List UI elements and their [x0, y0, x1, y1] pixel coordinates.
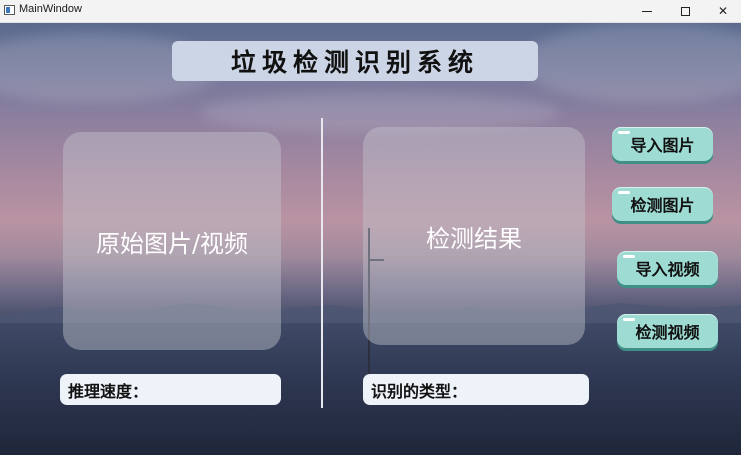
header-banner: 垃圾检测识别系统 — [172, 41, 538, 81]
button-gloss — [623, 255, 635, 258]
minimize-button[interactable] — [628, 0, 666, 22]
button-gloss — [618, 191, 630, 194]
button-gloss — [618, 131, 630, 134]
vertical-divider — [321, 118, 323, 408]
maximize-button[interactable] — [666, 0, 704, 22]
inference-speed-label: 推理速度： — [68, 381, 149, 401]
window-title: MainWindow — [19, 3, 82, 15]
original-media-label: 原始图片/视频 — [95, 229, 249, 258]
detection-result-label: 检测结果 — [426, 224, 522, 253]
close-icon: ✕ — [717, 4, 729, 18]
button-gloss — [623, 318, 635, 321]
original-media-panel: 原始图片/视频 — [63, 132, 281, 350]
page-title: 垃圾检测识别系统 — [230, 48, 479, 77]
import-video-button[interactable]: 导入视频 — [617, 251, 718, 285]
import-image-label: 导入图片 — [630, 136, 695, 155]
minimize-icon — [642, 10, 652, 12]
import-image-button[interactable]: 导入图片 — [612, 127, 713, 161]
app-icon — [4, 5, 15, 15]
detect-video-button[interactable]: 检测视频 — [617, 314, 718, 348]
inference-speed-box: 推理速度： — [60, 374, 281, 405]
detect-image-button[interactable]: 检测图片 — [612, 187, 713, 221]
maximize-icon — [680, 6, 690, 16]
detection-result-panel: 检测结果 — [363, 127, 585, 345]
detect-video-label: 检测视频 — [635, 323, 700, 342]
import-video-label: 导入视频 — [635, 260, 700, 279]
detect-image-label: 检测图片 — [630, 196, 695, 215]
detected-type-box: 识别的类型： — [363, 374, 589, 405]
window-titlebar: MainWindow ✕ — [0, 0, 741, 23]
cloud — [520, 23, 741, 103]
close-button[interactable]: ✕ — [704, 0, 741, 22]
detected-type-label: 识别的类型： — [371, 381, 468, 401]
